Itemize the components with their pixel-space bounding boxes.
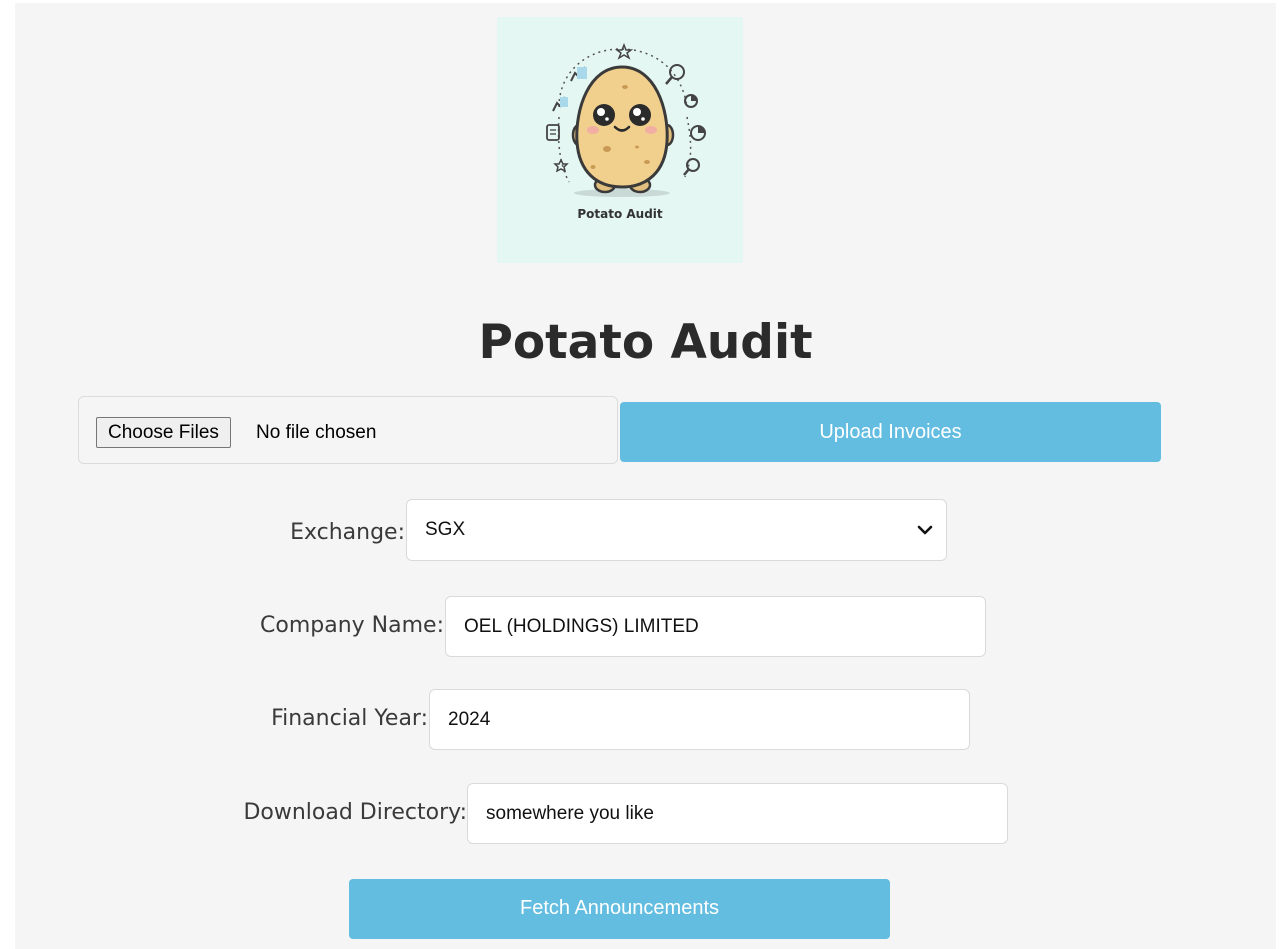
- potato-logo: Potato Audit: [497, 17, 743, 263]
- financial-year-label: Financial Year:: [271, 706, 428, 731]
- choose-files-button[interactable]: Choose Files: [96, 417, 231, 448]
- download-directory-value: somewhere you like: [486, 803, 654, 824]
- file-upload-box: Choose Files No file chosen: [78, 396, 618, 464]
- fetch-announcements-button[interactable]: Fetch Announcements: [349, 879, 890, 939]
- page-title: Potato Audit: [478, 315, 813, 370]
- exchange-select[interactable]: SGX: [406, 499, 947, 561]
- file-status-text: No file chosen: [256, 422, 377, 443]
- company-name-label: Company Name:: [260, 613, 444, 638]
- exchange-label: Exchange:: [290, 520, 405, 545]
- company-name-input[interactable]: OEL (HOLDINGS) LIMITED: [445, 596, 986, 657]
- exchange-selected-value: SGX: [425, 519, 466, 540]
- financial-year-value: 2024: [448, 709, 491, 730]
- app-page: Potato Audit Potato Audit Choose Files N…: [15, 3, 1276, 949]
- download-directory-label: Download Directory:: [243, 800, 467, 825]
- financial-year-input[interactable]: 2024: [429, 689, 970, 750]
- download-directory-input[interactable]: somewhere you like: [467, 783, 1008, 844]
- company-name-value: OEL (HOLDINGS) LIMITED: [464, 616, 699, 637]
- chevron-down-icon: [917, 525, 933, 535]
- upload-invoices-button[interactable]: Upload Invoices: [620, 402, 1161, 462]
- potato-mascot-icon: [546, 42, 706, 197]
- logo-caption: Potato Audit: [577, 207, 663, 221]
